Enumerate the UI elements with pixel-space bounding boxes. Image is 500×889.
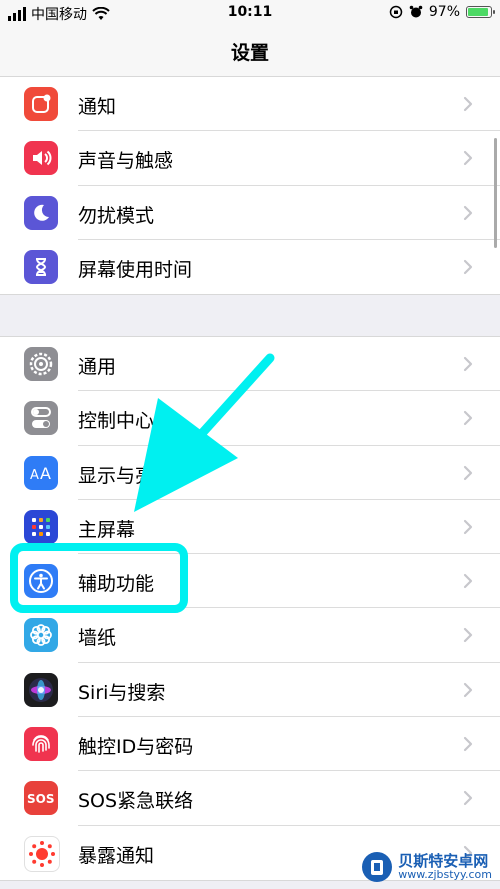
settings-row-label: 主屏幕 xyxy=(78,518,136,541)
status-bar: 中国移动 10:11 97% xyxy=(0,0,500,26)
svg-text:A: A xyxy=(40,464,51,483)
settings-row-notifications[interactable]: 通知 xyxy=(0,77,500,132)
chevron-right-icon xyxy=(458,257,478,277)
watermark-logo-icon xyxy=(362,852,393,882)
chevron-right-icon xyxy=(458,463,478,483)
orientation-lock-icon xyxy=(389,5,403,19)
settings-row-sound[interactable]: 声音与触感 xyxy=(0,131,500,186)
wallpaper-icon xyxy=(24,618,58,653)
svg-text:SOS: SOS xyxy=(27,792,55,806)
chevron-right-icon xyxy=(458,625,478,645)
settings-row-label: 声音与触感 xyxy=(78,150,174,173)
settings-row-sos[interactable]: SOS SOS紧急联络 xyxy=(0,771,500,826)
gear-icon xyxy=(24,347,58,381)
toggle-icon xyxy=(24,401,58,436)
hourglass-icon xyxy=(24,249,58,284)
watermark-url: www.zjbstyy.com xyxy=(398,868,492,881)
home-screen-icon xyxy=(24,509,58,544)
battery-icon xyxy=(466,6,495,18)
battery-percent: 97% xyxy=(428,4,460,20)
watermark: 贝斯特安卓网 www.zjbstyy.com xyxy=(361,851,492,883)
chevron-right-icon xyxy=(458,148,478,168)
sos-icon: SOS xyxy=(24,781,58,816)
scrollbar[interactable] xyxy=(494,138,497,248)
accessibility-icon xyxy=(24,564,58,599)
settings-row-label: 勿扰模式 xyxy=(78,204,155,227)
settings-row-label: 辅助功能 xyxy=(78,573,155,596)
sound-icon xyxy=(24,141,58,176)
chevron-right-icon xyxy=(458,203,478,223)
settings-row-hourglass[interactable]: 屏幕使用时间 xyxy=(0,240,500,294)
settings-row-label: Siri与搜索 xyxy=(78,681,166,704)
settings-row-label: 显示与亮 xyxy=(78,464,155,487)
svg-text:A: A xyxy=(30,468,39,483)
settings-row-label: 暴露通知 xyxy=(78,844,155,867)
chevron-right-icon xyxy=(458,788,478,808)
settings-row-label: 控制中心 xyxy=(78,410,155,433)
settings-row-label: 屏幕使用时间 xyxy=(78,258,193,281)
settings-row-siri[interactable]: Siri与搜索 xyxy=(0,663,500,718)
display-icon: AA xyxy=(24,455,58,490)
chevron-right-icon xyxy=(458,680,478,700)
navigation-bar: 设置 xyxy=(0,26,500,78)
settings-row-label: 触控ID与密码 xyxy=(78,736,194,759)
alarm-icon xyxy=(409,5,423,18)
page-title: 设置 xyxy=(230,42,269,64)
watermark-title: 贝斯特安卓网 xyxy=(398,852,489,870)
siri-icon xyxy=(24,672,58,707)
chevron-right-icon xyxy=(458,571,478,591)
chevron-right-icon xyxy=(458,408,478,428)
settings-row-gear[interactable]: 通用 xyxy=(0,337,500,392)
settings-row-label: 通知 xyxy=(78,96,117,118)
settings-row-home-screen[interactable]: 主屏幕 xyxy=(0,500,500,555)
settings-row-label: 通用 xyxy=(78,356,117,378)
chevron-right-icon xyxy=(458,734,478,754)
settings-group-2: 通用 控制中心 A A 显示与亮 主屏幕 辅助功能 墙纸 Siri与搜索 触控ID与密码 SOS SO… xyxy=(0,336,500,881)
settings-row-toggle[interactable]: 控制中心 xyxy=(0,391,500,446)
exposure-icon xyxy=(24,835,60,872)
chevron-right-icon xyxy=(458,517,478,537)
settings-group-1: 通知声音与触感勿扰模式屏幕使用时间 xyxy=(0,76,500,296)
settings-row-accessibility[interactable]: 辅助功能 xyxy=(0,554,500,609)
settings-row-moon[interactable]: 勿扰模式 xyxy=(0,186,500,240)
status-right: 97% xyxy=(389,4,495,20)
fingerprint-icon xyxy=(24,727,58,762)
chevron-right-icon xyxy=(458,94,478,114)
notifications-icon xyxy=(24,87,58,121)
settings-row-fingerprint[interactable]: 触控ID与密码 xyxy=(0,717,500,772)
settings-row-label: 墙纸 xyxy=(78,627,117,650)
settings-row-label: SOS紧急联络 xyxy=(78,790,194,813)
settings-row-display[interactable]: A A 显示与亮 xyxy=(0,446,500,500)
settings-row-wallpaper[interactable]: 墙纸 xyxy=(0,608,500,663)
chevron-right-icon xyxy=(458,354,478,374)
moon-icon xyxy=(24,195,58,230)
